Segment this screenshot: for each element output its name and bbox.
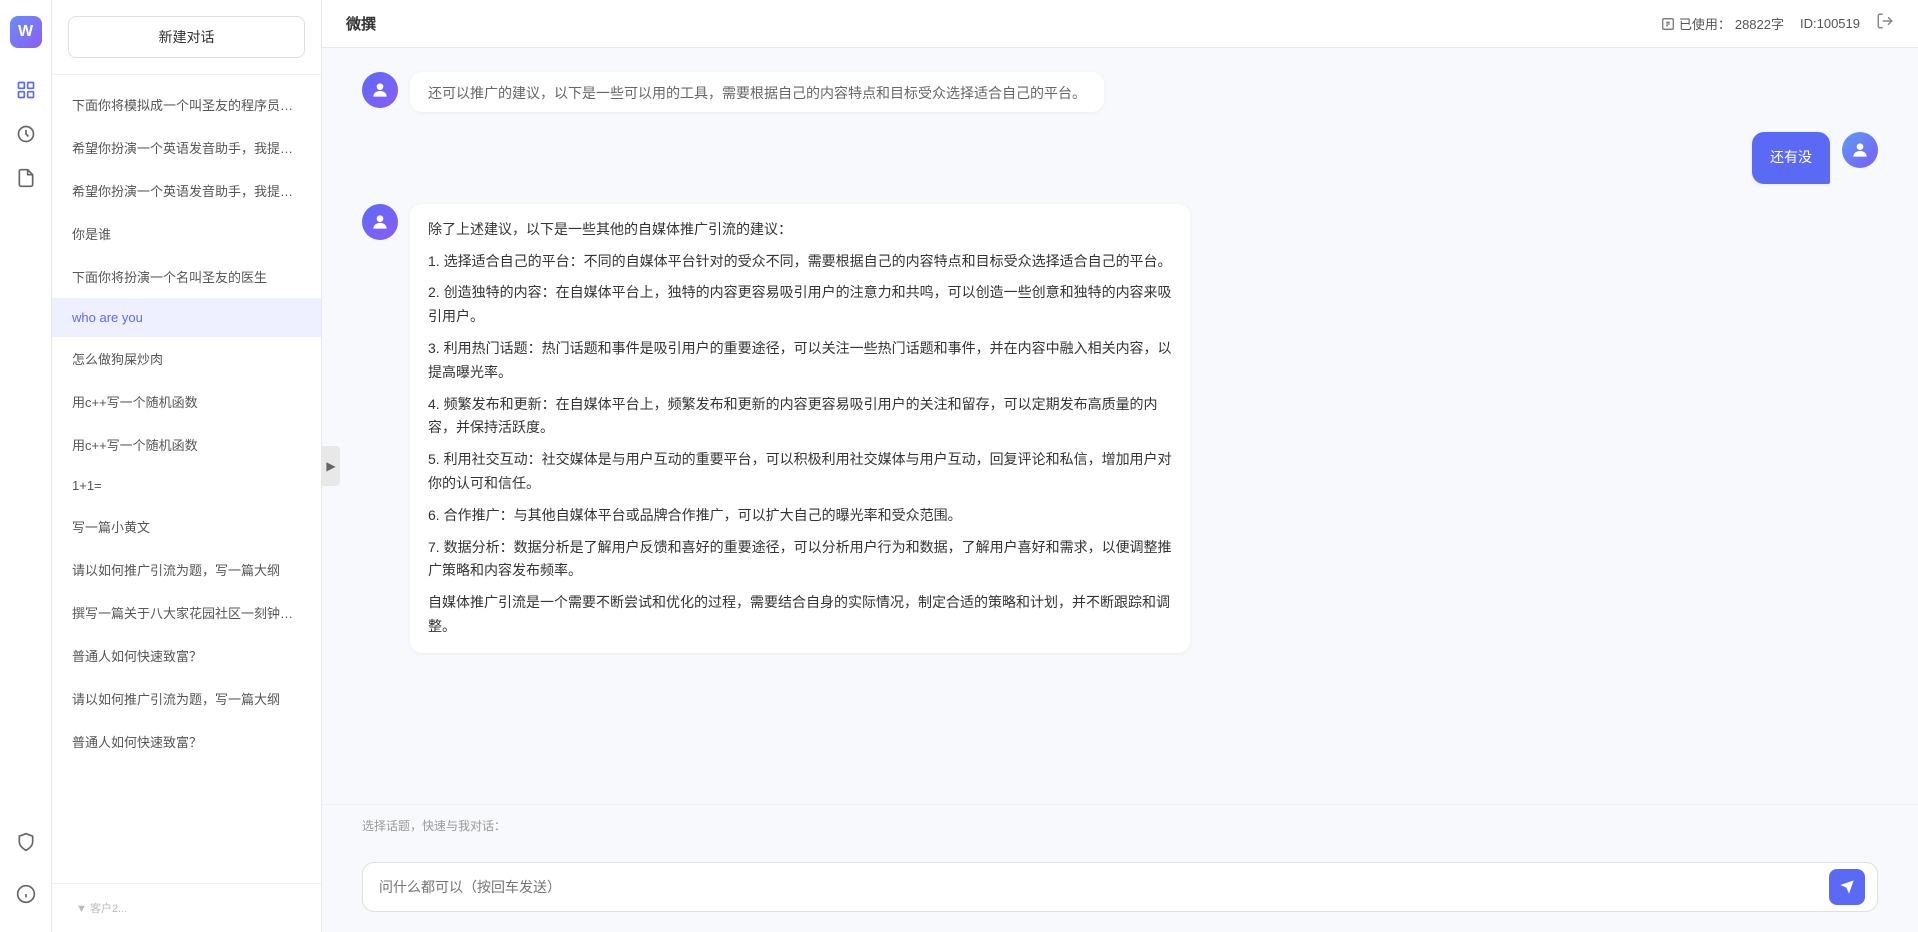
ai-response-p3: 3. 利用热门话题：热门话题和事件是吸引用户的重要途径，可以关注一些热门话题和事… <box>428 337 1172 385</box>
user-message-row: 还有没 <box>362 132 1878 184</box>
sidebar-toggle[interactable]: ▶ <box>322 446 340 486</box>
nav-icon-file[interactable] <box>8 160 44 196</box>
sidebar-bottom-item[interactable]: ▼ 客户2... <box>68 892 135 924</box>
app-logo: W <box>10 16 42 48</box>
sidebar-item-0[interactable]: 下面你将模拟成一个叫圣友的程序员，我说... <box>52 83 321 126</box>
ai-response-p4: 4. 频繁发布和更新：在自媒体平台上，频繁发布和更新的内容更容易吸引用户的关注和… <box>428 393 1172 441</box>
send-icon <box>1839 879 1855 895</box>
ai-response-p6: 6. 合作推广：与其他自媒体平台或品牌合作推广，可以扩大自己的曝光率和受众范围。 <box>428 504 1172 528</box>
usage-badge: 已使用： 28822字 <box>1661 14 1784 33</box>
nav-icon-info[interactable] <box>8 876 44 912</box>
sidebar-item-10[interactable]: 写一篇小黄文 <box>52 505 321 548</box>
sidebar-item-6[interactable]: 怎么做狗屎炒肉 <box>52 337 321 380</box>
ai-response-avatar <box>362 204 398 240</box>
usage-icon <box>1661 17 1675 31</box>
send-button[interactable] <box>1829 869 1865 905</box>
sidebar-item-8[interactable]: 用c++写一个随机函数 <box>52 423 321 466</box>
ai-response-intro: 除了上述建议，以下是一些其他的自媒体推广引流的建议： <box>428 218 1172 242</box>
chat-area: 还可以推广的建议，以下是一些可以用的工具，需要根据自己的内容特点和目标受众选择适… <box>322 48 1918 804</box>
nav-icon-history[interactable] <box>8 116 44 152</box>
sidebar-header: 新建对话 <box>52 0 321 75</box>
sidebar-item-4[interactable]: 下面你将扮演一个名叫圣友的医生 <box>52 255 321 298</box>
quick-topics: 选择话题，快速与我对话： <box>322 804 1918 850</box>
main-content: 微撰 已使用： 28822字 ID:100519 <box>322 0 1918 932</box>
usage-value: 28822字 <box>1735 14 1784 33</box>
input-area <box>322 850 1918 932</box>
logout-button[interactable] <box>1876 12 1894 35</box>
sidebar-list: 下面你将模拟成一个叫圣友的程序员，我说... 希望你扮演一个英语发音助手，我提供… <box>52 75 321 883</box>
sidebar-item-14[interactable]: 请以如何推广引流为题，写一篇大纲 <box>52 677 321 720</box>
sidebar-item-7[interactable]: 用c++写一个随机函数 <box>52 380 321 423</box>
quick-topics-label: 选择话题，快速与我对话： <box>362 817 1878 834</box>
ai-response-conclusion: 自媒体推广引流是一个需要不断尝试和优化的过程，需要结合自身的实际情况，制定合适的… <box>428 591 1172 639</box>
top-bar: 微撰 已使用： 28822字 ID:100519 <box>322 0 1918 48</box>
partial-message-bubble: 还可以推广的建议，以下是一些可以用的工具，需要根据自己的内容特点和目标受众选择适… <box>410 72 1104 112</box>
ai-response-p5: 5. 利用社交互动：社交媒体是与用户互动的重要平台，可以积极利用社交媒体与用户互… <box>428 448 1172 496</box>
sidebar-item-5[interactable]: who are you <box>52 298 321 337</box>
user-id: ID:100519 <box>1800 16 1860 31</box>
ai-message-row: 除了上述建议，以下是一些其他的自媒体推广引流的建议： 1. 选择适合自己的平台：… <box>362 204 1878 653</box>
user-message-bubble: 还有没 <box>1752 132 1830 184</box>
sidebar: 新建对话 下面你将模拟成一个叫圣友的程序员，我说... 希望你扮演一个英语发音助… <box>52 0 322 932</box>
nav-icon-shield[interactable] <box>8 824 44 860</box>
usage-label: 已使用： <box>1679 14 1731 33</box>
sidebar-item-9[interactable]: 1+1= <box>52 466 321 505</box>
sidebar-item-12[interactable]: 撰写一篇关于八大家花园社区一刻钟便民生... <box>52 591 321 634</box>
top-bar-right: 已使用： 28822字 ID:100519 <box>1661 12 1894 35</box>
sidebar-item-11[interactable]: 请以如何推广引流为题，写一篇大纲 <box>52 548 321 591</box>
input-wrapper <box>362 862 1878 912</box>
sidebar-item-13[interactable]: 普通人如何快速致富？ <box>52 634 321 677</box>
ai-message-bubble: 除了上述建议，以下是一些其他的自媒体推广引流的建议： 1. 选择适合自己的平台：… <box>410 204 1190 653</box>
ai-response-p1: 1. 选择适合自己的平台：不同的自媒体平台针对的受众不同，需要根据自己的内容特点… <box>428 250 1172 274</box>
icon-bar: W <box>0 0 52 932</box>
sidebar-item-15[interactable]: 普通人如何快速致富？ <box>52 720 321 763</box>
ai-response-p2: 2. 创造独特的内容：在自媒体平台上，独特的内容更容易吸引用户的注意力和共鸣，可… <box>428 281 1172 329</box>
user-avatar <box>1842 132 1878 168</box>
new-chat-button[interactable]: 新建对话 <box>68 16 305 58</box>
ai-response-p7: 7. 数据分析：数据分析是了解用户反馈和喜好的重要途径，可以分析用户行为和数据，… <box>428 536 1172 584</box>
sidebar-item-2[interactable]: 希望你扮演一个英语发音助手，我提供给你... <box>52 169 321 212</box>
user-message-text: 还有没 <box>1770 149 1812 165</box>
ai-message-partial: 还可以推广的建议，以下是一些可以用的工具，需要根据自己的内容特点和目标受众选择适… <box>362 72 1878 112</box>
nav-icon-main[interactable] <box>8 72 44 108</box>
page-title: 微撰 <box>346 13 376 34</box>
sidebar-item-3[interactable]: 你是谁 <box>52 212 321 255</box>
ai-avatar <box>362 72 398 108</box>
sidebar-item-1[interactable]: 希望你扮演一个英语发音助手，我提供给你... <box>52 126 321 169</box>
sidebar-bottom: ▼ 客户2... <box>52 883 321 932</box>
chat-input[interactable] <box>379 875 1827 899</box>
toggle-icon: ▶ <box>326 459 335 473</box>
